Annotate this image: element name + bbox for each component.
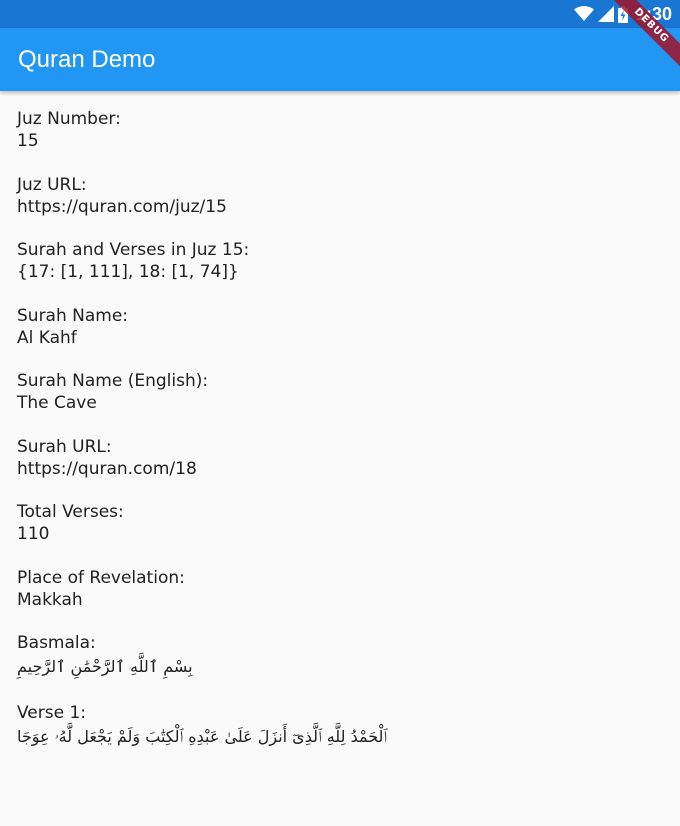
field-value: Al Kahf: [17, 327, 77, 348]
field-label: Verse 1:: [17, 702, 87, 723]
surah-name-english-field: Surah Name (English): The Cave: [17, 370, 680, 414]
juz-number-field: Juz Number: 15: [17, 108, 680, 152]
verse-1-field: Verse 1: ٱلْحَمْدُ لِلَّهِ ٱلَّذِىٓ أَنز…: [17, 702, 680, 750]
basmala-field: Basmala: بِسْمِ ٱللَّهِ ٱلرَّحْمَٰنِ ٱلر…: [17, 632, 680, 680]
status-time: 1:30: [635, 3, 672, 24]
place-of-revelation-field: Place of Revelation: Makkah: [17, 567, 680, 611]
field-value: 110: [17, 524, 50, 544]
field-label: Juz URL:: [17, 174, 87, 195]
field-label: Basmala:: [17, 633, 96, 653]
surah-verses-field: Surah and Verses in Juz 15: {17: [1, 111…: [17, 239, 680, 283]
field-value: 15: [17, 131, 39, 151]
total-verses-field: Total Verses: 110: [17, 501, 680, 545]
surah-name-field: Surah Name: Al Kahf: [17, 305, 680, 349]
wifi-icon: [573, 6, 594, 22]
field-label: Surah and Verses in Juz 15:: [17, 240, 250, 260]
battery-charging-icon: [617, 5, 628, 23]
basmala-text: بِسْمِ ٱللَّهِ ٱلرَّحْمَٰنِ ٱلرَّحِيمِ: [17, 657, 193, 676]
verse-text: ٱلْحَمْدُ لِلَّهِ ٱلَّذِىٓ أَنزَلَ عَلَى…: [17, 726, 388, 746]
cell-signal-icon: [597, 6, 614, 22]
field-value: https://quran.com/juz/15: [17, 196, 227, 217]
field-value: https://quran.com/18: [17, 458, 197, 479]
field-label: Surah URL:: [17, 436, 112, 457]
field-label: Surah Name (English):: [17, 371, 209, 391]
field-value: Makkah: [17, 589, 83, 610]
app-title: Quran Demo: [18, 45, 156, 73]
app-bar: Quran Demo: [0, 28, 680, 91]
surah-url-field: Surah URL: https://quran.com/18: [17, 436, 680, 480]
status-icons: 1:30: [573, 0, 672, 28]
field-label: Surah Name:: [17, 305, 129, 326]
field-label: Place of Revelation:: [17, 567, 185, 588]
status-bar: 1:30: [0, 0, 680, 28]
content-list: Juz Number: 15 Juz URL: https://quran.co…: [0, 91, 680, 771]
juz-url-field: Juz URL: https://quran.com/juz/15: [17, 174, 680, 218]
field-label: Juz Number:: [17, 109, 121, 129]
field-label: Total Verses:: [17, 502, 124, 522]
field-value: The Cave: [17, 393, 97, 413]
field-value: {17: [1, 111], 18: [1, 74]}: [17, 262, 239, 282]
